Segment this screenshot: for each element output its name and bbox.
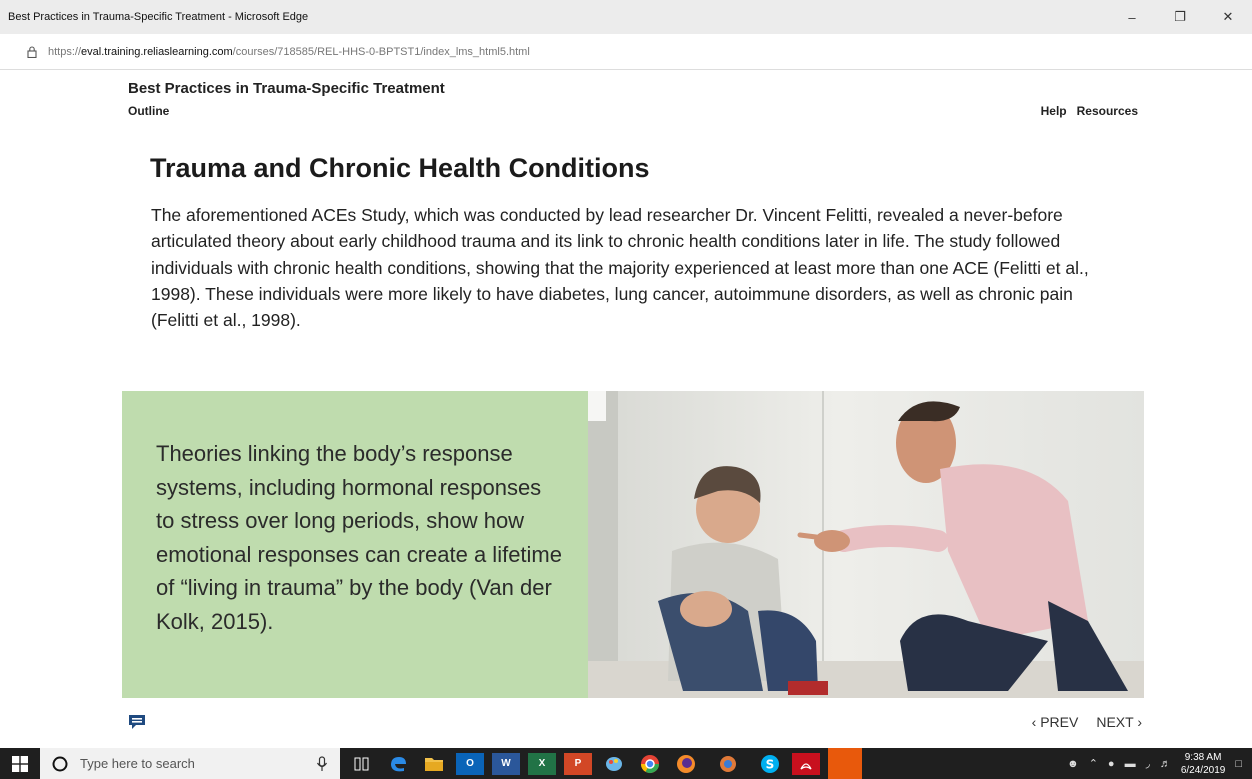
battery-icon[interactable]: ▬ (1125, 758, 1136, 770)
search-placeholder: Type here to search (80, 756, 195, 771)
wifi-icon[interactable]: ◞ (1146, 757, 1150, 770)
firefox-icon[interactable] (672, 753, 700, 775)
word-icon[interactable]: W (492, 752, 520, 775)
clock[interactable]: 9:38 AM 6/24/2019 (1181, 751, 1226, 777)
close-button[interactable]: ✕ (1204, 0, 1252, 34)
restore-button[interactable]: ❐ (1156, 0, 1204, 34)
minimize-button[interactable]: – (1108, 0, 1156, 34)
taskbar: Type here to search O W X P S ☻ ⌃ ● ▬ ◞ … (0, 748, 1252, 779)
url-prefix: https:// (48, 45, 82, 58)
clock-time: 9:38 AM (1184, 751, 1222, 763)
window-title: Best Practices in Trauma-Specific Treatm… (8, 11, 309, 23)
quote-text: Theories linking the body’s response sys… (156, 441, 562, 634)
quote-box: Theories linking the body’s response sys… (122, 391, 588, 698)
taskbar-apps: O W X P S (348, 748, 862, 779)
browser-title-bar: Best Practices in Trauma-Specific Treatm… (0, 0, 1252, 34)
notifications-icon[interactable]: □ (1235, 758, 1242, 770)
chrome-icon[interactable] (636, 753, 664, 775)
task-view-icon[interactable] (348, 753, 376, 775)
edge-icon[interactable] (384, 753, 412, 775)
taskbar-search-input[interactable]: Type here to search (40, 748, 340, 779)
chevron-up-icon[interactable]: ⌃ (1089, 757, 1098, 770)
notes-icon[interactable] (128, 714, 146, 730)
course-top-nav: Help Resources (1041, 104, 1138, 118)
slide-heading: Trauma and Chronic Health Conditions (150, 153, 650, 183)
paint-icon[interactable] (600, 753, 628, 775)
acrobat-icon[interactable] (792, 752, 820, 775)
file-explorer-icon[interactable] (420, 753, 448, 775)
clock-date: 6/24/2019 (1180, 764, 1226, 776)
skype-icon[interactable]: S (756, 753, 784, 775)
windows-logo-icon (12, 755, 28, 772)
svg-text:S: S (766, 757, 775, 771)
volume-icon[interactable]: ♬ (1160, 758, 1171, 770)
slide-media: Theories linking the body’s response sys… (122, 391, 1144, 698)
next-button[interactable]: NEXT › (1096, 714, 1142, 730)
url-domain: eval.training.reliaslearning.com (81, 45, 233, 58)
url-path: /courses/718585/REL-HHS-0-BPTST1/index_l… (232, 45, 530, 58)
help-link[interactable]: Help (1041, 104, 1067, 118)
cortana-icon (52, 756, 68, 771)
slide-paragraph: The aforementioned ACEs Study, which was… (151, 205, 1089, 331)
windows-start-button[interactable] (0, 748, 40, 779)
photo-illustration (588, 391, 1144, 698)
slide-pager: ‹ PREV NEXT › (1032, 714, 1142, 730)
prev-button[interactable]: ‹ PREV (1032, 714, 1079, 730)
microphone-icon[interactable] (316, 755, 328, 772)
slide-photo (588, 391, 1144, 698)
lock-icon (24, 45, 40, 58)
system-tray: ☻ ⌃ ● ▬ ◞ ♬ 9:38 AM 6/24/2019 □ (1067, 751, 1252, 777)
office-icon[interactable] (828, 748, 862, 779)
outlook-icon[interactable]: O (456, 752, 484, 775)
resources-link[interactable]: Resources (1077, 104, 1138, 118)
course-title: Best Practices in Trauma-Specific Treatm… (128, 80, 445, 97)
powerpoint-icon[interactable]: P (564, 752, 592, 775)
network-icon[interactable]: ● (1108, 758, 1115, 770)
address-bar[interactable]: https://eval.training.reliaslearning.com… (0, 34, 1252, 70)
excel-icon[interactable]: X (528, 752, 556, 775)
people-icon[interactable]: ☻ (1067, 758, 1079, 770)
outline-link[interactable]: Outline (128, 104, 169, 118)
url-text[interactable]: https://eval.training.reliaslearning.com… (48, 46, 530, 58)
app-icon[interactable] (708, 753, 748, 775)
